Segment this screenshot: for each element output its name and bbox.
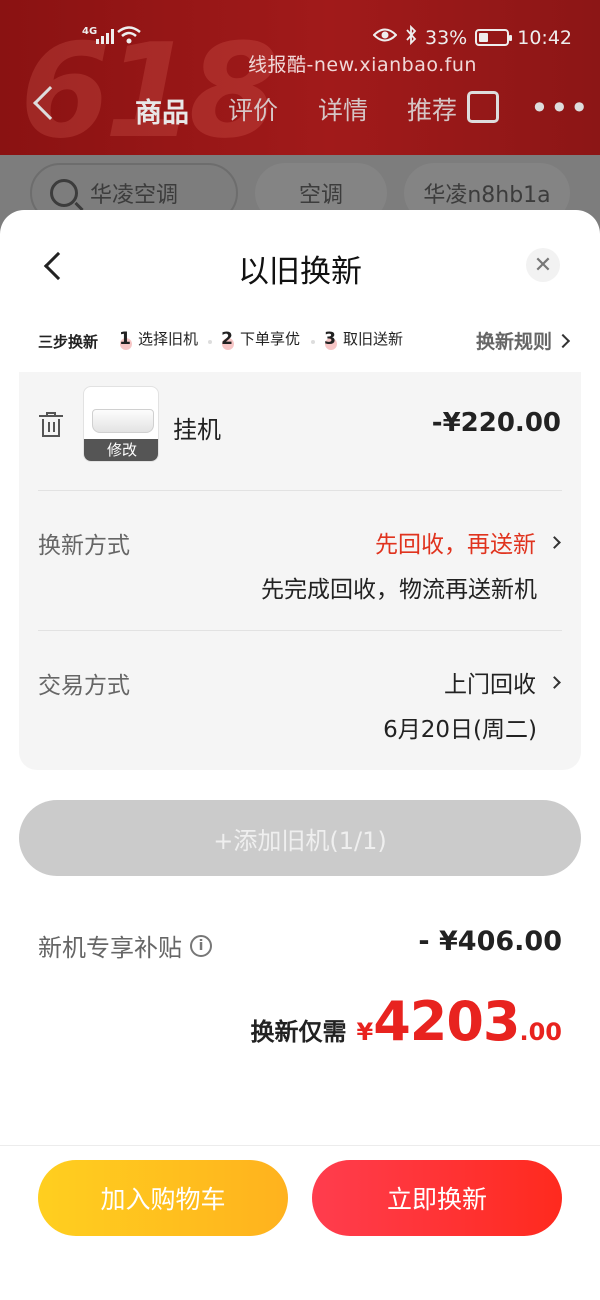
steps-label: 三步换新 xyxy=(38,333,99,351)
rules-link[interactable]: 换新规则 xyxy=(475,327,571,354)
total-currency: ¥ xyxy=(356,1018,374,1046)
battery-icon xyxy=(475,29,513,46)
step-number: 1 xyxy=(119,328,132,350)
steps-bar: 三步换新 1 选择旧机 2 下单享优 3 取旧送新 换新规则 xyxy=(38,327,571,358)
step-separator xyxy=(208,340,212,344)
old-device-card: 修改 挂机 -¥220.00 换新方式 先回收，再送新 先完成回收，物流再送新机… xyxy=(19,372,581,770)
step-number: 3 xyxy=(324,328,337,350)
trade-method-value: 上门回收 xyxy=(444,672,536,698)
trade-in-sheet: 以旧换新 ✕ 三步换新 1 选择旧机 2 下单享优 3 取旧送新 换新规则 修改 xyxy=(0,210,600,1300)
step-label: 取旧送新 xyxy=(343,330,404,348)
eye-icon xyxy=(372,26,398,49)
clock: 10:42 xyxy=(517,26,572,49)
background-header: 618 4G 33% 10:42 线报酷-new.xianbao.fun 商品 … xyxy=(0,0,600,155)
total-integer: 4203 xyxy=(373,990,520,1053)
back-icon[interactable] xyxy=(33,86,67,120)
subsidy-row: 新机专享补贴 i xyxy=(38,928,212,963)
divider xyxy=(38,630,562,631)
tab-product[interactable]: 商品 xyxy=(135,91,189,130)
tab-recommend[interactable]: 推荐 xyxy=(407,91,457,127)
close-icon: ✕ xyxy=(533,252,553,278)
battery-percent: 33% xyxy=(425,26,468,49)
exchange-method-value: 先回收，再送新 xyxy=(375,532,536,558)
bluetooth-icon xyxy=(405,24,417,50)
modify-button[interactable]: 修改 xyxy=(84,439,158,461)
step-3: 3 取旧送新 xyxy=(311,328,404,350)
divider xyxy=(38,490,562,491)
subsidy-label: 新机专享补贴 xyxy=(38,934,182,962)
total-price: ¥ 4203 .00 xyxy=(356,990,562,1053)
watermark-text: 线报酷-new.xianbao.fun xyxy=(248,54,477,76)
total-decimal: .00 xyxy=(519,1018,562,1046)
trade-method-selector[interactable]: 上门回收 xyxy=(444,665,561,699)
step-label: 下单享优 xyxy=(240,330,301,348)
exchange-method-label: 换新方式 xyxy=(38,533,130,559)
step-label: 选择旧机 xyxy=(138,330,199,348)
wifi-icon xyxy=(116,24,142,51)
step-1: 1 选择旧机 xyxy=(118,328,199,350)
signal-icon xyxy=(96,28,114,44)
old-device-thumbnail[interactable]: 修改 xyxy=(83,386,159,462)
total-row: 换新仅需 ¥ 4203 .00 xyxy=(250,990,562,1053)
old-device-price: -¥220.00 xyxy=(431,408,561,438)
close-button[interactable]: ✕ xyxy=(526,248,560,282)
sheet-title: 以旧换新 xyxy=(238,254,362,290)
battery-level-fill xyxy=(479,33,489,42)
info-icon[interactable]: i xyxy=(190,934,212,957)
search-icon xyxy=(50,179,78,207)
exchange-method-desc: 先完成回收，物流再送新机 xyxy=(261,577,537,603)
total-label: 换新仅需 xyxy=(250,1018,347,1046)
tab-details[interactable]: 详情 xyxy=(318,91,368,127)
step-separator xyxy=(311,340,315,344)
tab-reviews[interactable]: 评价 xyxy=(228,91,278,127)
more-icon[interactable]: ••• xyxy=(530,92,590,124)
chevron-right-icon xyxy=(555,333,571,348)
rules-link-label: 换新规则 xyxy=(475,331,552,353)
add-old-device-button[interactable]: +添加旧机(1/1) xyxy=(19,800,581,876)
exchange-method-selector[interactable]: 先回收，再送新 xyxy=(375,525,561,559)
chevron-right-icon xyxy=(548,675,561,689)
old-device-name: 挂机 xyxy=(173,416,221,444)
share-icon[interactable] xyxy=(467,91,499,123)
air-conditioner-image xyxy=(92,409,154,433)
step-number: 2 xyxy=(221,328,234,350)
search-chip-label: 华凌空调 xyxy=(90,183,179,208)
subsidy-value: - ¥406.00 xyxy=(418,926,562,957)
exchange-now-button[interactable]: 立即换新 xyxy=(312,1160,562,1236)
pickup-date: 6月20日(周二) xyxy=(383,717,537,743)
add-to-cart-button[interactable]: 加入购物车 xyxy=(38,1160,288,1236)
chevron-right-icon xyxy=(548,535,561,549)
trash-icon[interactable] xyxy=(39,412,63,438)
trade-method-label: 交易方式 xyxy=(38,673,130,699)
step-2: 2 下单享优 xyxy=(208,328,301,350)
network-type: 4G xyxy=(82,26,98,37)
product-nav: 商品 评价 详情 推荐 ••• xyxy=(0,85,600,135)
footer-divider xyxy=(0,1145,600,1146)
